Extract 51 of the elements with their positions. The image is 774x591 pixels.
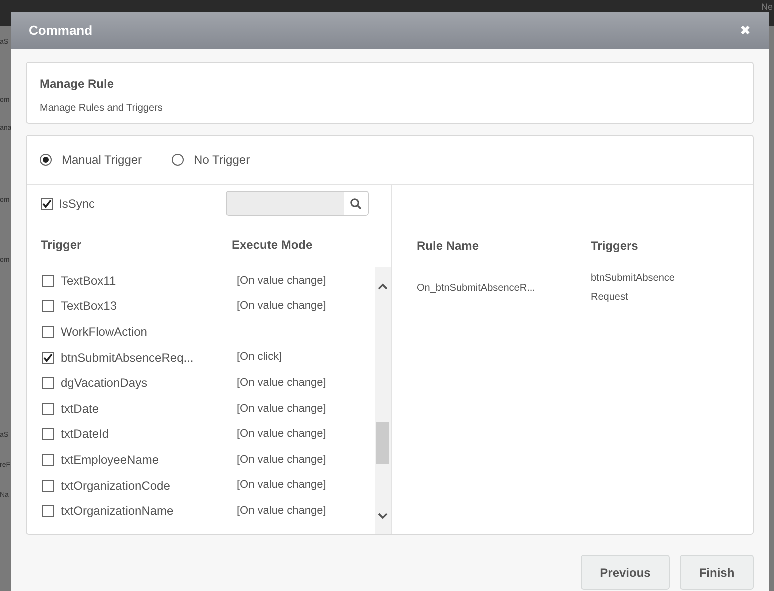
radio-option[interactable]: No Trigger xyxy=(172,151,250,169)
checkbox[interactable] xyxy=(41,198,53,210)
trigger-checkbox[interactable]: txtOrganizationName xyxy=(42,502,237,520)
checkbox[interactable] xyxy=(42,326,54,338)
background-text: Ne xyxy=(761,1,773,14)
radio-option[interactable]: Manual Trigger xyxy=(40,151,142,169)
checkbox[interactable] xyxy=(42,402,54,415)
column-header: Rule Name xyxy=(417,238,480,255)
execute-mode: [On value change] xyxy=(237,376,326,391)
trigger-checkbox[interactable]: txtOrganizationCode xyxy=(42,476,237,495)
dialog-title: Command xyxy=(29,22,93,40)
execute-mode: [On value change] xyxy=(237,478,326,494)
checkbox[interactable] xyxy=(42,480,54,492)
trigger-checkbox[interactable]: dgVacationDays xyxy=(42,374,237,392)
trigger-checkbox[interactable]: TextBox13 xyxy=(42,297,237,316)
checkbox[interactable] xyxy=(42,377,54,390)
column-header: Triggers xyxy=(591,238,638,255)
dialog-button[interactable]: Finish xyxy=(680,555,754,590)
execute-mode: [On value change] xyxy=(237,402,326,417)
execute-mode: [On value change] xyxy=(237,452,326,468)
card-title: Manage Rule xyxy=(40,76,116,93)
execute-mode: [On click] xyxy=(237,350,282,366)
trigger-checkbox[interactable]: txtEmployeeName xyxy=(42,450,237,469)
scroll-up-icon[interactable] xyxy=(378,283,388,290)
card-subtitle: Manage Rules and Triggers xyxy=(40,102,164,116)
trigger-checkbox[interactable]: txtDate xyxy=(42,400,237,418)
checkbox[interactable] xyxy=(42,505,54,518)
checkbox[interactable] xyxy=(42,274,54,287)
checkbox[interactable] xyxy=(42,454,54,466)
search-field[interactable] xyxy=(226,191,369,216)
execute-mode: [On value change] xyxy=(237,504,326,519)
checkbox[interactable] xyxy=(42,428,54,440)
trigger-checkbox[interactable]: WorkFlowAction xyxy=(42,322,237,341)
rule-triggers: btnSubmitAbsenceRequest xyxy=(591,272,676,305)
trigger-checkbox[interactable]: txtDateId xyxy=(42,425,237,444)
execute-mode: [On value change] xyxy=(237,299,326,314)
trigger-checkbox[interactable]: btnSubmitAbsenceReq... xyxy=(42,348,237,367)
issync-checkbox[interactable]: IsSync xyxy=(41,194,96,212)
trigger-checkbox[interactable]: TextBox11 xyxy=(42,272,237,290)
radio-button[interactable] xyxy=(172,154,184,166)
dialog-button[interactable]: Previous xyxy=(581,555,670,590)
execute-mode: [On value change] xyxy=(237,427,326,442)
column-header: Trigger xyxy=(41,237,83,254)
checkbox[interactable] xyxy=(42,352,54,364)
radio-button[interactable] xyxy=(40,154,52,166)
rule-name: On_btnSubmitAbsenceR... xyxy=(417,282,536,296)
column-header: Execute Mode xyxy=(232,237,313,254)
checkbox[interactable] xyxy=(42,300,54,312)
scroll-down-icon[interactable] xyxy=(378,513,388,520)
execute-mode: [On value change] xyxy=(237,274,326,289)
scrollbar-thumb[interactable] xyxy=(376,422,389,464)
